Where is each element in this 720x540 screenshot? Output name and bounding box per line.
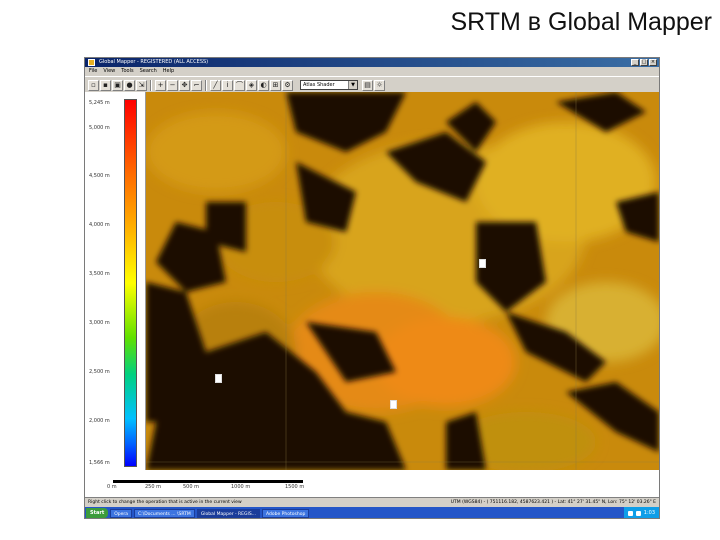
status-coordinates: UTM (WGS84) - ( 751116.182, 4587623.421 … <box>450 500 656 505</box>
save-icon[interactable]: ▣ <box>112 79 123 91</box>
map-marker[interactable] <box>390 400 397 409</box>
zoom-in-icon[interactable]: + <box>155 79 166 91</box>
network-icon[interactable] <box>627 510 633 516</box>
legend-label: 5,245 m <box>89 100 110 106</box>
path-profile-icon[interactable]: ⌒ <box>234 79 245 91</box>
status-hint: Right click to change the operation that… <box>88 500 242 505</box>
map-marker[interactable] <box>215 374 222 383</box>
taskbar-item-photoshop[interactable]: Adobe Photoshop <box>262 508 310 518</box>
shader-options-icon[interactable]: ▤ <box>362 79 373 91</box>
map-marker[interactable] <box>479 259 486 268</box>
title-bar: Global Mapper - REGISTERED (ALL ACCESS) … <box>85 58 659 67</box>
shader-select[interactable]: Atlas Shader ▼ <box>300 80 358 90</box>
slide-title: SRTM в Global Mapper <box>450 8 712 36</box>
legend-label: 4,500 m <box>89 173 110 179</box>
maximize-button[interactable]: □ <box>640 59 648 66</box>
shaded-relief-raster <box>146 92 659 470</box>
close-button[interactable]: × <box>649 59 657 66</box>
menu-bar: File View Tools Search Help <box>85 67 659 76</box>
lighting-icon[interactable]: ☼ <box>374 79 385 91</box>
toolbar-separator <box>205 79 207 91</box>
legend-label: 3,500 m <box>89 271 110 277</box>
elevation-legend: 5,245 m 5,000 m 4,500 m 4,000 m 3,500 m … <box>85 92 146 470</box>
taskbar-item-opera[interactable]: Opera <box>110 508 133 518</box>
minimize-button[interactable]: _ <box>631 59 639 66</box>
chevron-down-icon[interactable]: ▼ <box>348 81 357 89</box>
globe-icon[interactable]: ● <box>124 79 135 91</box>
menu-help[interactable]: Help <box>163 67 174 76</box>
scale-label: 250 m <box>145 484 162 490</box>
legend-label: 5,000 m <box>89 125 110 131</box>
scale-bar: 0 m 250 m 500 m 1000 m 1500 m <box>85 470 659 497</box>
pan-icon[interactable]: ✥ <box>179 79 190 91</box>
elevation-map-view[interactable] <box>146 92 659 470</box>
menu-tools[interactable]: Tools <box>121 67 133 76</box>
system-tray: 1:03 <box>623 507 659 518</box>
legend-label: 2,000 m <box>89 418 110 424</box>
settings-icon[interactable]: ⚙ <box>282 79 293 91</box>
scale-label: 500 m <box>183 484 200 490</box>
legend-label: 1,566 m <box>89 460 110 466</box>
taskbar-item-explorer[interactable]: C:\Documents ... \SRTM <box>134 508 195 518</box>
zoom-out-icon[interactable]: − <box>167 79 178 91</box>
status-bar: Right click to change the operation that… <box>85 497 659 507</box>
new-icon[interactable]: ▫ <box>88 79 99 91</box>
start-button[interactable]: Start <box>86 508 109 518</box>
global-mapper-window: Global Mapper - REGISTERED (ALL ACCESS) … <box>84 57 660 519</box>
shader-select-value: Atlas Shader <box>303 82 335 88</box>
measure-icon[interactable]: ⌐ <box>191 79 202 91</box>
scale-label: 1000 m <box>231 484 251 490</box>
elevation-color-ramp <box>124 99 137 467</box>
3d-view-icon[interactable]: ◈ <box>246 79 257 91</box>
menu-search[interactable]: Search <box>140 67 157 76</box>
map-workspace: 5,245 m 5,000 m 4,500 m 4,000 m 3,500 m … <box>85 92 659 497</box>
view-shed-icon[interactable]: ◐ <box>258 79 269 91</box>
windows-taskbar: Start Opera C:\Documents ... \SRTM Globa… <box>85 507 659 518</box>
scale-label: 0 m <box>107 484 117 490</box>
window-controls: _ □ × <box>631 59 657 66</box>
toolbar-separator <box>150 79 152 91</box>
taskbar-item-global-mapper[interactable]: Global Mapper - REGIS... <box>196 508 260 518</box>
clock: 1:03 <box>643 510 655 516</box>
scale-icon[interactable]: ⊞ <box>270 79 281 91</box>
legend-label: 4,000 m <box>89 222 110 228</box>
scale-bar-line <box>113 480 303 483</box>
volume-icon[interactable] <box>635 510 641 516</box>
app-icon <box>88 59 95 66</box>
scale-label: 1500 m <box>285 484 305 490</box>
menu-file[interactable]: File <box>89 67 97 76</box>
legend-label: 3,000 m <box>89 320 110 326</box>
legend-label: 2,500 m <box>89 369 110 375</box>
digitize-icon[interactable]: ╱ <box>210 79 221 91</box>
info-icon[interactable]: i <box>222 79 233 91</box>
export-icon[interactable]: ⇲ <box>136 79 147 91</box>
open-icon[interactable]: ▪ <box>100 79 111 91</box>
window-title: Global Mapper - REGISTERED (ALL ACCESS) <box>99 59 209 65</box>
menu-view[interactable]: View <box>103 67 115 76</box>
